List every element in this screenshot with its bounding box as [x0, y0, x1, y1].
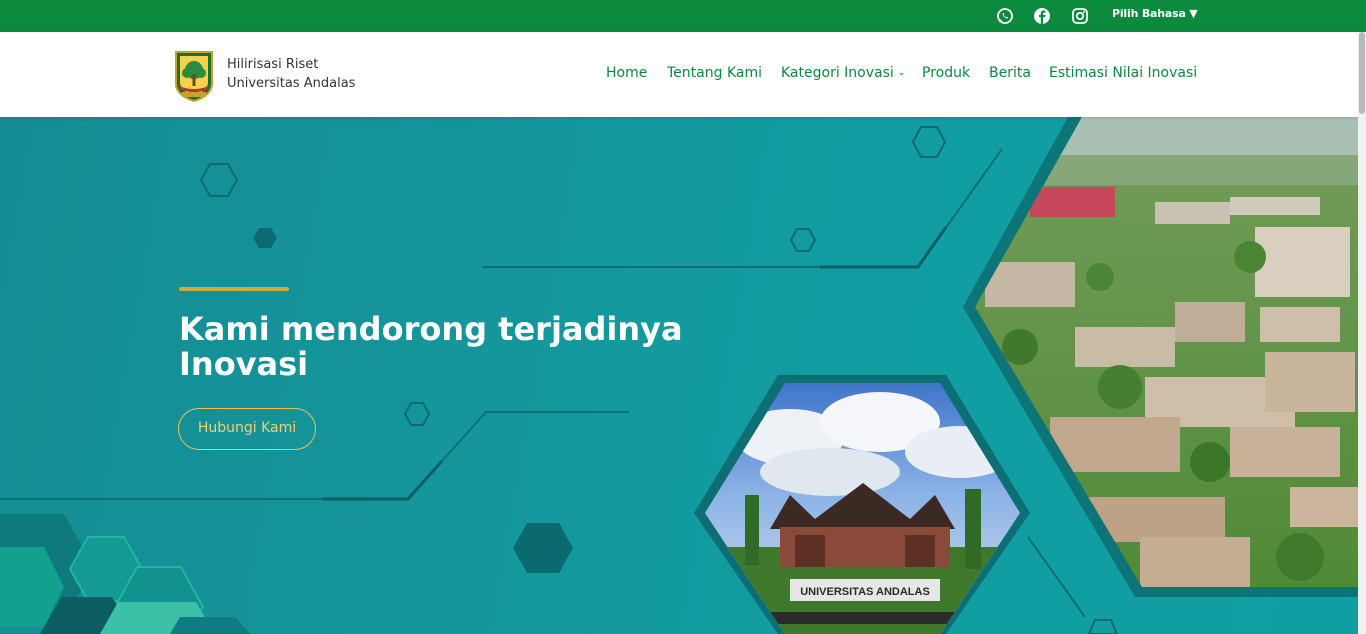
hero-headline: Kami mendorong terjadinya [179, 310, 683, 348]
nav-kategori-inovasi-label: Kategori Inovasi [781, 65, 894, 81]
chevron-down-icon: ⌄ [897, 68, 906, 78]
facebook-icon[interactable] [1032, 6, 1052, 26]
whatsapp-icon[interactable] [995, 6, 1015, 26]
brand-line-2: Universitas Andalas [227, 76, 356, 91]
main-header: Hilirisasi Riset Universitas Andalas Hom… [0, 32, 1358, 117]
nav-tentang-kami[interactable]: Tentang Kami [667, 65, 762, 85]
scrollbar-thumb[interactable] [1359, 32, 1365, 114]
university-logo[interactable] [172, 48, 216, 103]
nav-kategori-inovasi[interactable]: Kategori Inovasi ⌄ [781, 65, 905, 85]
nav-produk[interactable]: Produk [922, 65, 970, 85]
contact-us-button[interactable]: Hubungi Kami [178, 408, 316, 450]
gate-sign-text: UNIVERSITAS ANDALAS [800, 586, 930, 598]
site-brand[interactable]: Hilirisasi Riset Universitas Andalas [227, 55, 355, 93]
nav-home[interactable]: Home [606, 65, 647, 85]
hero-headline-emphasis: Inovasi [179, 345, 309, 383]
page-scrollbar[interactable] [1358, 32, 1366, 634]
headline-accent-line [179, 287, 289, 291]
brand-line-1: Hilirisasi Riset [227, 57, 319, 72]
nav-estimasi-nilai-inovasi[interactable]: Estimasi Nilai Inovasi [1049, 65, 1197, 85]
instagram-icon[interactable] [1070, 6, 1090, 26]
top-bar: Pilih Bahasa ▼ [0, 0, 1366, 32]
nav-berita[interactable]: Berita [989, 65, 1031, 85]
language-selector[interactable]: Pilih Bahasa ▼ [1112, 7, 1198, 20]
hero-banner: UNIVERSITAS ANDALAS Kami mendorong terja… [0, 117, 1358, 634]
